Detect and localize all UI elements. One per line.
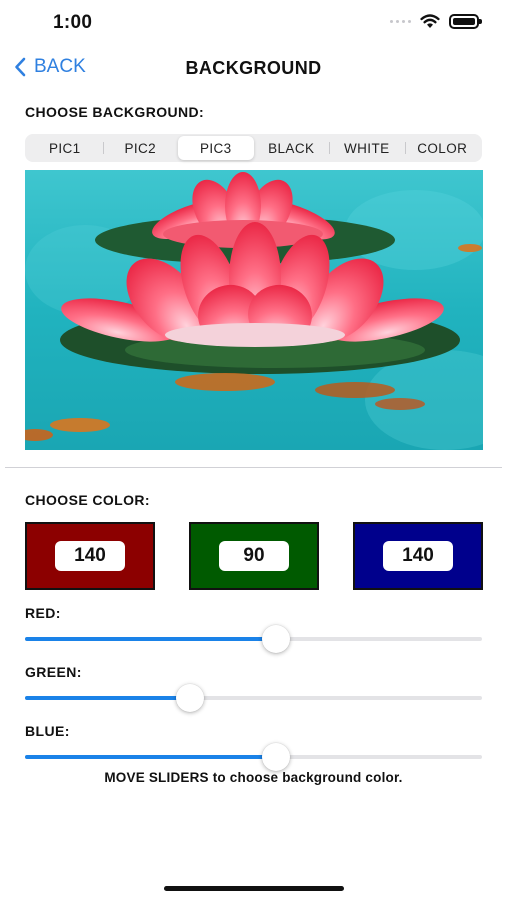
battery-icon	[449, 14, 482, 29]
segment-black[interactable]: BLACK	[254, 136, 330, 160]
segment-pic2[interactable]: PIC2	[102, 136, 179, 160]
green-value: 90	[219, 541, 289, 571]
red-value: 140	[55, 541, 125, 571]
back-label: BACK	[34, 56, 86, 77]
wifi-icon	[420, 14, 440, 28]
background-segmented-control: PIC1 PIC2 PIC3 BLACK WHITE COLOR	[25, 134, 482, 162]
choose-color-label: CHOOSE COLOR:	[25, 492, 150, 508]
back-button[interactable]: BACK	[14, 56, 86, 78]
green-swatch: 90	[189, 522, 319, 590]
navigation-bar: BACKGROUND BACK	[0, 50, 507, 90]
segment-pic1[interactable]: PIC1	[27, 136, 103, 160]
segment-pic3[interactable]: PIC3	[178, 136, 254, 160]
status-time: 1:00	[53, 12, 93, 33]
slider-fill	[25, 696, 190, 700]
blue-slider-label: BLUE:	[25, 723, 70, 739]
choose-background-label: CHOOSE BACKGROUND:	[25, 104, 205, 120]
instruction-text: MOVE SLIDERS to choose background color.	[104, 770, 403, 785]
section-divider	[5, 467, 502, 468]
blue-slider-thumb[interactable]	[262, 743, 291, 771]
blue-value: 140	[383, 541, 453, 571]
red-slider-thumb[interactable]	[262, 625, 291, 653]
background-preview-image	[25, 170, 483, 450]
red-slider[interactable]	[25, 624, 482, 654]
slider-fill	[25, 637, 277, 641]
blue-swatch: 140	[353, 522, 483, 590]
chevron-left-icon	[15, 57, 26, 77]
green-slider-label: GREEN:	[25, 664, 82, 680]
status-bar: 1:00	[0, 0, 507, 50]
segment-color[interactable]: COLOR	[404, 136, 481, 160]
segment-white[interactable]: WHITE	[329, 136, 405, 160]
green-slider[interactable]	[25, 683, 482, 713]
cellular-signal-icon	[390, 20, 411, 23]
blue-slider[interactable]	[25, 742, 482, 772]
home-indicator	[164, 886, 344, 891]
slider-fill	[25, 755, 277, 759]
red-swatch: 140	[25, 522, 155, 590]
red-slider-label: RED:	[25, 605, 61, 621]
status-icons	[390, 14, 482, 29]
green-slider-thumb[interactable]	[175, 684, 204, 712]
